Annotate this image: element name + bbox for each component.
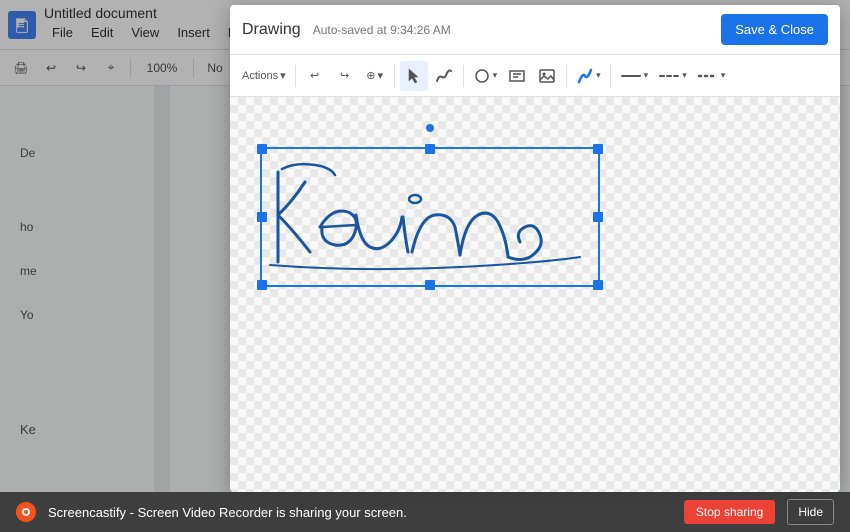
border-style-chevron-icon: ▾ (644, 70, 649, 81)
pointer-icon (405, 67, 423, 85)
pointer-tool-button[interactable] (400, 61, 428, 91)
dtb-sep-2 (394, 65, 395, 87)
zoom-button[interactable]: ⊕ ▾ (361, 61, 389, 91)
line-color-button[interactable]: ▾ (572, 61, 605, 91)
scribble-icon (435, 67, 453, 85)
actions-label: Actions (242, 70, 278, 82)
scribble-tool-button[interactable] (430, 61, 458, 91)
line-color-chevron-icon: ▾ (596, 70, 601, 81)
image-icon (538, 67, 556, 85)
notification-bar: Screencastify - Screen Video Recorder is… (0, 492, 850, 532)
hide-button[interactable]: Hide (787, 499, 834, 525)
zoom-icon: ⊕ (366, 69, 375, 82)
redo-button[interactable]: ↪ (331, 61, 359, 91)
notification-text: Screencastify - Screen Video Recorder is… (48, 505, 672, 520)
zoom-chevron-icon: ▾ (377, 69, 383, 82)
drawing-overlay: Drawing Auto-saved at 9:34:26 AM Save & … (0, 0, 850, 532)
actions-chevron-icon: ▾ (280, 69, 286, 82)
drawing-title: Drawing (242, 21, 301, 39)
drawing-dialog: Drawing Auto-saved at 9:34:26 AM Save & … (230, 5, 840, 492)
dtb-sep-5 (610, 65, 611, 87)
border-style-button[interactable]: ▾ (616, 61, 653, 91)
handle-rotation[interactable] (426, 124, 434, 132)
border-style-icon (620, 67, 642, 85)
shapes-icon (473, 67, 491, 85)
screencastify-icon (16, 502, 36, 522)
actions-button[interactable]: Actions ▾ (238, 61, 290, 91)
signature-container[interactable] (260, 147, 600, 287)
shapes-chevron-icon: ▾ (493, 70, 498, 81)
autosaved-text: Auto-saved at 9:34:26 AM (313, 23, 710, 37)
border-weight-button[interactable]: ▾ (693, 61, 730, 91)
stop-sharing-button[interactable]: Stop sharing (684, 500, 775, 524)
textbox-icon (508, 67, 526, 85)
drawing-header: Drawing Auto-saved at 9:34:26 AM Save & … (230, 5, 840, 55)
border-dash-icon (658, 67, 680, 85)
border-weight-icon (697, 67, 719, 85)
border-dash-button[interactable]: ▾ (654, 61, 691, 91)
signature-svg (260, 147, 600, 287)
drawing-canvas[interactable] (230, 97, 840, 492)
drawing-toolbar: Actions ▾ ↩ ↪ ⊕ ▾ (230, 55, 840, 97)
line-color-icon (576, 67, 594, 85)
border-dash-chevron-icon: ▾ (682, 70, 687, 81)
textbox-button[interactable] (503, 61, 531, 91)
dtb-sep-1 (295, 65, 296, 87)
camera-icon (20, 506, 32, 518)
undo-icon: ↩ (310, 69, 319, 82)
dtb-sep-4 (566, 65, 567, 87)
undo-button[interactable]: ↩ (301, 61, 329, 91)
dtb-sep-3 (463, 65, 464, 87)
border-weight-chevron-icon: ▾ (721, 70, 726, 81)
save-close-button[interactable]: Save & Close (721, 14, 828, 45)
shapes-button[interactable]: ▾ (469, 61, 502, 91)
image-button[interactable] (533, 61, 561, 91)
redo-icon: ↪ (340, 69, 349, 82)
